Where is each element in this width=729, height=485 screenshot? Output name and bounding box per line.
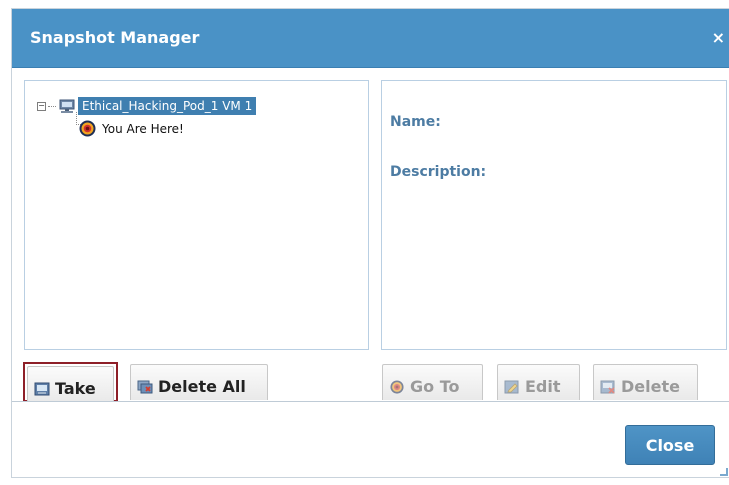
snapshot-tree-panel: − Ethical_Hacking_Pod_1 VM 1 You Are Her… [24, 80, 369, 350]
dialog-titlebar[interactable]: Snapshot Manager × [12, 9, 729, 68]
resize-grip-icon[interactable] [720, 468, 728, 476]
snapshot-details-panel: Name: Description: [381, 80, 727, 350]
tree-node-current-state-label[interactable]: You Are Here! [102, 122, 184, 136]
tree-connector-line [48, 105, 56, 107]
delete-all-button[interactable]: Delete All [130, 364, 268, 400]
snapshot-manager-dialog: Snapshot Manager × − Ethical_Hacking_Pod… [11, 8, 729, 478]
target-icon [390, 380, 404, 394]
description-label: Description: [390, 164, 487, 180]
name-label: Name: [390, 114, 441, 130]
delete-icon [600, 380, 615, 394]
take-button[interactable]: Take [27, 366, 114, 402]
computer-icon [59, 99, 75, 113]
tree-node-vm[interactable]: − Ethical_Hacking_Pod_1 VM 1 [37, 97, 257, 115]
delete-all-button-label: Delete All [158, 377, 246, 396]
close-button-label: Close [645, 435, 695, 455]
edit-icon [504, 380, 519, 394]
collapse-expander-icon[interactable]: − [37, 101, 46, 111]
delete-all-icon [137, 380, 153, 394]
delete-button-label: Delete [621, 377, 680, 396]
dialog-title: Snapshot Manager [30, 28, 200, 47]
edit-button-label: Edit [525, 377, 561, 396]
go-to-button[interactable]: Go To [382, 364, 483, 400]
snapshot-icon [34, 382, 50, 396]
close-icon[interactable]: × [712, 28, 725, 47]
tree-node-vm-label[interactable]: Ethical_Hacking_Pod_1 VM 1 [78, 97, 257, 115]
go-to-button-label: Go To [410, 377, 460, 396]
delete-button[interactable]: Delete [593, 364, 698, 400]
edit-button[interactable]: Edit [497, 364, 580, 400]
footer-divider [12, 401, 729, 402]
close-button[interactable]: Close [625, 425, 715, 465]
take-button-label: Take [55, 379, 96, 398]
target-icon [79, 120, 96, 137]
tree-node-current-state[interactable]: You Are Here! [79, 120, 184, 137]
